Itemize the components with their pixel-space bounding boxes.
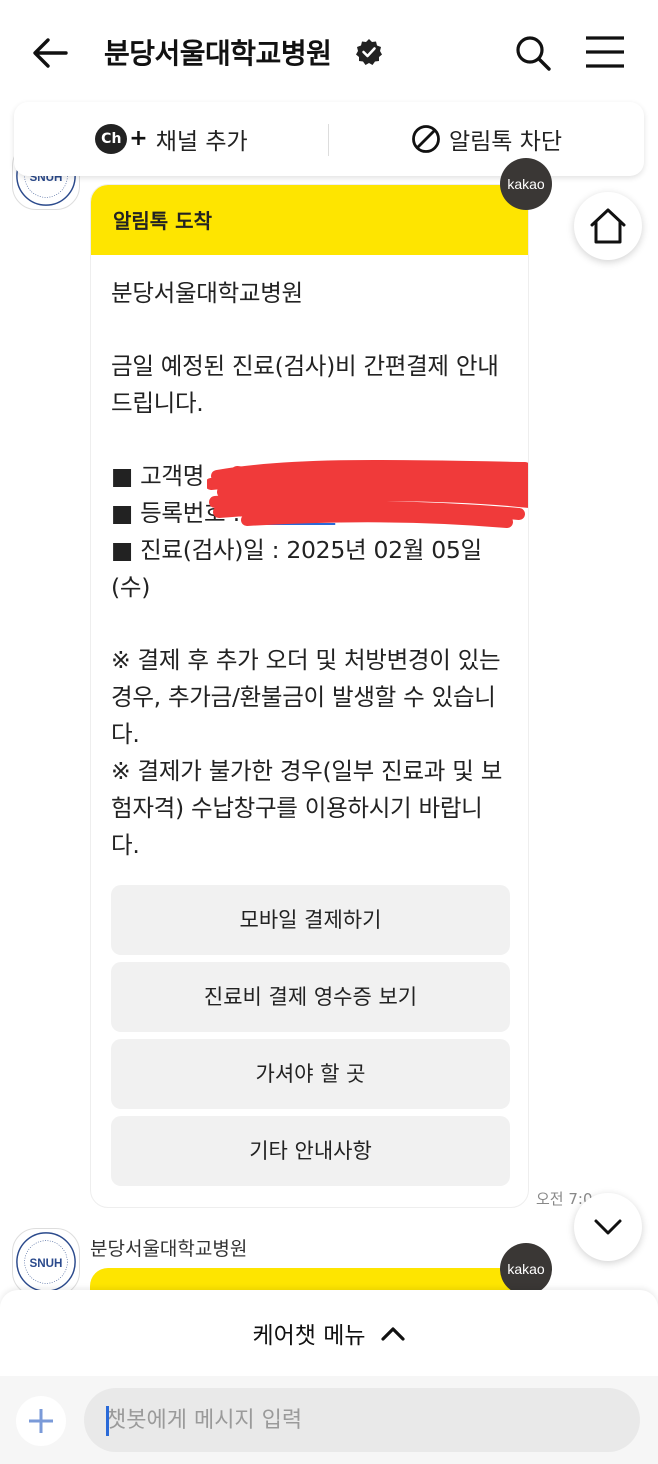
registration-label: ■ 등록번호 : (111, 499, 248, 527)
plus-icon: + (129, 126, 148, 151)
kakao-badge-icon-second: kakao (500, 1243, 552, 1295)
redacted-info: ■ 고객명 : ■ 등록번호 : 000000 ■ 진료(검사)일 : 2025… (111, 458, 528, 606)
top-bar: 분당서울대학교병원 (0, 0, 658, 100)
page-title: 분당서울대학교병원 (104, 37, 332, 70)
attach-plus-button[interactable] (16, 1396, 66, 1446)
hamburger-menu-icon[interactable] (584, 34, 626, 70)
block-icon (412, 125, 440, 153)
text-caret (106, 1406, 109, 1436)
second-sender-name: 분당서울대학교병원 (90, 1238, 248, 1260)
carechat-menu-toggle[interactable]: 케어챗 메뉴 (0, 1290, 658, 1376)
kakao-badge-icon: kakao (500, 158, 552, 210)
channel-icon: Ch (95, 124, 128, 154)
mobile-payment-button[interactable]: 모바일 결제하기 (111, 885, 510, 955)
customer-name-line: ■ 고객명 : (111, 462, 219, 490)
back-arrow-icon[interactable] (28, 30, 74, 76)
notice-payment-unavailable: ※ 결제가 불가한 경우(일부 진료과 및 보험자격) 수납창구를 이용하시기 … (111, 757, 503, 859)
home-icon (590, 208, 626, 244)
scroll-down-button[interactable] (574, 1193, 642, 1261)
exam-date-line: ■ 진료(검사)일 : 2025년 02월 05일 (수) (111, 536, 482, 601)
registration-link[interactable]: 000000 (247, 499, 335, 527)
alimtalk-message-bubble: 알림톡 도착 분당서울대학교병원 금일 예정된 진료(검사)비 간편결제 안내드… (90, 184, 529, 1208)
message-input[interactable] (84, 1388, 640, 1452)
search-icon[interactable] (512, 32, 554, 74)
block-alimtalk-button[interactable]: 알림톡 차단 (329, 102, 644, 176)
plus-icon (29, 1409, 53, 1433)
carechat-menu-label: 케어챗 메뉴 (252, 1323, 366, 1349)
registration-number-line: ■ 등록번호 : 000000 (111, 495, 508, 532)
message-sender-line: 분당서울대학교병원 (111, 279, 303, 307)
compose-bar (0, 1376, 658, 1464)
notice-additional-order: ※ 결제 후 추가 오더 및 처방변경이 있는 경우, 추가금/환불금이 발생할… (111, 646, 501, 748)
message-body: 분당서울대학교병원 금일 예정된 진료(검사)비 간편결제 안내드립니다. ■ … (91, 255, 528, 864)
home-button[interactable] (574, 192, 642, 260)
message-intro: 금일 예정된 진료(검사)비 간편결제 안내드립니다. (111, 352, 499, 417)
block-label: 알림톡 차단 (448, 129, 563, 155)
verified-badge-icon (355, 38, 383, 66)
destination-button[interactable]: 가셔야 할 곳 (111, 1039, 510, 1109)
message-button-list: 모바일 결제하기 진료비 결제 영수증 보기 가셔야 할 곳 기타 안내사항 (111, 885, 510, 1193)
add-channel-label: 채널 추가 (155, 129, 248, 155)
avatar-logo-text: SNUH (30, 1257, 63, 1270)
add-channel-button[interactable]: Ch + 채널 추가 (14, 102, 329, 176)
chevron-down-icon (594, 1219, 622, 1235)
avatar-second[interactable]: SNUH (12, 1228, 80, 1296)
receipt-view-button[interactable]: 진료비 결제 영수증 보기 (111, 962, 510, 1032)
chevron-up-icon (380, 1327, 405, 1341)
message-header: 알림톡 도착 (91, 185, 528, 255)
other-info-button[interactable]: 기타 안내사항 (111, 1116, 510, 1186)
channel-action-bar: Ch + 채널 추가 알림톡 차단 (14, 102, 644, 176)
